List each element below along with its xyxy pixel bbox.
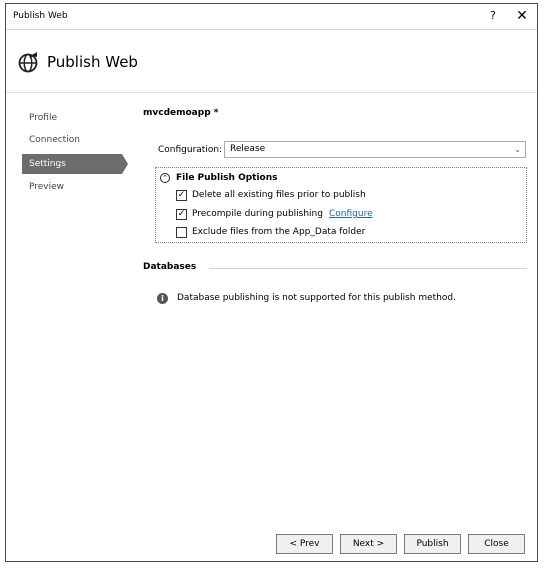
- globe-publish-icon: [18, 52, 38, 73]
- chevron-down-icon: ⌄: [514, 145, 521, 154]
- close-button[interactable]: Close: [468, 534, 525, 554]
- header-title: Publish Web: [47, 53, 138, 71]
- configuration-label: Configuration:: [158, 145, 223, 155]
- exclude-app-data-label[interactable]: Exclude files from the App_Data folder: [192, 227, 365, 237]
- nav-item-connection[interactable]: Connection: [22, 130, 122, 150]
- precompile-label[interactable]: Precompile during publishing: [192, 209, 323, 219]
- configuration-value: Release: [230, 144, 266, 154]
- precompile-checkbox[interactable]: ✓: [176, 209, 187, 220]
- collapse-icon[interactable]: ⌃: [160, 173, 170, 183]
- delete-files-label[interactable]: Delete all existing files prior to publi…: [192, 190, 366, 200]
- info-icon: i: [157, 293, 168, 304]
- database-info-message: Database publishing is not supported for…: [177, 293, 456, 303]
- nav-item-preview[interactable]: Preview: [22, 177, 122, 197]
- nav-item-settings-label: Settings: [29, 159, 66, 169]
- databases-section-title: Databases: [143, 262, 197, 272]
- active-arrow-indicator: [122, 154, 128, 174]
- section-divider: [209, 268, 527, 269]
- exclude-app-data-checkbox[interactable]: [176, 227, 187, 238]
- precompile-label-wrap: Precompile during publishing Configure: [192, 209, 373, 219]
- publish-web-dialog: Publish Web ? ✕ Publish Web Profile Conn…: [5, 3, 538, 562]
- next-button[interactable]: Next >: [340, 534, 397, 554]
- nav-item-settings[interactable]: Settings: [22, 154, 128, 174]
- nav-item-profile[interactable]: Profile: [22, 108, 122, 128]
- file-publish-options-group: ⌃ File Publish Options ✓ Delete all exis…: [155, 167, 527, 243]
- configure-link[interactable]: Configure: [329, 209, 373, 219]
- dialog-header: Publish Web: [6, 30, 537, 93]
- configuration-select[interactable]: Release ⌄: [224, 141, 526, 158]
- prev-button[interactable]: < Prev: [276, 534, 333, 554]
- project-name: mvcdemoapp *: [143, 108, 219, 118]
- help-button[interactable]: ?: [486, 9, 500, 23]
- close-window-button[interactable]: ✕: [514, 8, 530, 24]
- publish-button[interactable]: Publish: [404, 534, 461, 554]
- file-publish-options-title: File Publish Options: [176, 173, 278, 183]
- delete-files-checkbox[interactable]: ✓: [176, 190, 187, 201]
- title-bar: Publish Web ? ✕: [6, 4, 537, 30]
- window-title: Publish Web: [13, 11, 68, 21]
